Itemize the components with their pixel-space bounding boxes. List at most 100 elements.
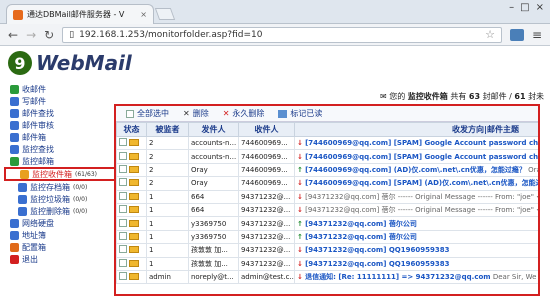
row-checkbox[interactable] [119, 245, 127, 254]
subject-cell[interactable]: ↓ [94371232@qq.com] 蓓尔 ------ Original M… [294, 189, 538, 204]
row-checkbox[interactable] [119, 164, 127, 173]
table-header-row: 状态 被监者 发件人 收件人 收发方向|邮件主题 [116, 122, 538, 137]
subject-cell[interactable]: ↓ [94371232@qq.com] QQ1960959383 [294, 256, 538, 271]
row-checkbox[interactable] [119, 138, 127, 147]
total-count: 63 [468, 92, 481, 101]
subject-text: [744600969@qq.com] (AD)仅.com\.net\.cn优惠，… [305, 165, 526, 174]
address-bar[interactable]: ▯ 192.168.1.253/monitorfolder.asp?fid=10… [62, 26, 502, 43]
table-row[interactable]: 2 Oray 744600969... ↑ [744600969@qq.com] (A… [116, 162, 538, 178]
monitored-cell: 2 [146, 176, 189, 191]
table-row[interactable]: 2 accounts-n... 744600969... ↓ [744600969@q… [116, 149, 538, 164]
new-tab-button[interactable] [154, 8, 176, 20]
row-checkbox[interactable] [119, 178, 127, 187]
sidebar-item-settings[interactable]: 配置箱 [4, 241, 116, 253]
bookmark-star-icon[interactable]: ☆ [485, 28, 495, 41]
table-row[interactable]: 2 accounts-n... 744600969... ↓ [744600969@q… [116, 135, 538, 151]
subject-cell[interactable]: ↓ [744600969@qq.com] [SPAM] Google Accou… [294, 135, 538, 151]
column-header-recipient[interactable]: 收件人 [238, 122, 295, 137]
sender-cell: accounts-n... [188, 149, 239, 164]
sidebar-item-monitor-deleted[interactable]: 监控删除箱 (0/0) [4, 205, 116, 217]
sidebar-item-monitor-inbox[interactable]: 监控收件箱 (61/63) [4, 167, 116, 181]
mark-read-button[interactable]: 标记已读 [278, 108, 322, 119]
subject-cell[interactable]: ↓ [744600969@qq.com] [SPAM] Google Accou… [294, 149, 538, 164]
table-row[interactable]: 1 孩敦敦 加... 94371232@... ↓ [94371232@qq.com]… [116, 256, 538, 271]
sidebar-item-addressbook[interactable]: 地址簿 [4, 229, 116, 241]
maximize-button[interactable]: □ [520, 2, 529, 13]
incoming-arrow-icon: ↓ [297, 259, 303, 268]
extension-icon[interactable] [509, 28, 524, 41]
sidebar-item-netdisk[interactable]: 网络硬盘 [4, 217, 116, 229]
status-cell [116, 243, 147, 258]
table-row[interactable]: 2 Oray 744600969... ↓ [744600969@qq.com] [S… [116, 176, 538, 191]
sidebar-item-monitor-mailbox[interactable]: 监控邮箱 [4, 155, 116, 167]
sidebar-item-review[interactable]: 邮件审核 [4, 119, 116, 131]
table-row[interactable]: admin noreply@t... admin@test.c... ↓ 退信通知: … [116, 269, 538, 285]
subject-cell[interactable]: ↓ [94371232@qq.com] 蓓尔 ------ Original M… [294, 202, 538, 218]
subject-cell[interactable]: ↓ [94371232@qq.com] QQ1960959383 [294, 243, 538, 258]
column-header-subject[interactable]: 收发方向|邮件主题 [294, 122, 538, 137]
row-checkbox[interactable] [119, 191, 127, 200]
minimize-button[interactable]: – [509, 2, 514, 13]
table-row[interactable]: 1 y3369750 94371232@... ↑ [94371232@qq.com]… [116, 229, 538, 245]
webmail-logo: 9 WebMail [8, 51, 132, 75]
row-checkbox[interactable] [119, 258, 127, 267]
action-bar: 全部选中 ✕ 删除 ✕ 永久删除 标记已读 [116, 106, 538, 122]
subject-cell[interactable]: ↑ [94371232@qq.com] 蓓尔公司 [294, 229, 538, 245]
sidebar-item-search[interactable]: 邮件查找 [4, 107, 116, 119]
row-checkbox[interactable] [119, 205, 127, 214]
row-checkbox[interactable] [119, 151, 127, 160]
browser-tab[interactable]: 通达DBMail邮件服务器 - V × [6, 4, 154, 24]
tab-close-icon[interactable]: × [140, 10, 147, 19]
inbox-folder-icon [20, 169, 29, 179]
sidebar-item-compose[interactable]: 写邮件 [4, 95, 116, 107]
row-checkbox[interactable] [119, 272, 127, 281]
reload-icon[interactable]: ↻ [44, 28, 54, 42]
status-cell [116, 202, 147, 218]
delete-button[interactable]: ✕ 删除 [183, 108, 209, 119]
column-header-status[interactable]: 状态 [116, 122, 147, 137]
subject-text: [94371232@qq.com] 蓓尔 [305, 192, 396, 201]
table-row[interactable]: 1 y3369750 94371232@... ↑ [94371232@qq.com]… [116, 216, 538, 231]
subject-cell[interactable]: ↓ 退信通知: [Re: 11111111] => 94371232@qq.co… [294, 269, 538, 285]
mailbox-icon [10, 132, 19, 142]
webmail-app: 9 WebMail 收邮件 写邮件 邮件查找 邮件审核 邮件箱 监控查找 监控邮… [0, 47, 550, 298]
sidebar-item-monitor-archive[interactable]: 监控存档箱 (0/0) [4, 181, 116, 193]
sender-cell: 孩敦敦 加... [188, 243, 239, 258]
mail-table: 状态 被监者 发件人 收件人 收发方向|邮件主题 2 accounts-n... 7… [116, 122, 538, 285]
browser-menu-icon[interactable]: ≡ [532, 28, 542, 42]
subject-cell[interactable]: ↓ [744600969@qq.com] [SPAM] (AD)仅.com\.n… [294, 176, 538, 191]
close-window-button[interactable]: × [536, 2, 544, 13]
sidebar-item-inbox[interactable]: 收邮件 [4, 83, 116, 95]
envelope-icon [129, 259, 139, 267]
back-arrow-icon[interactable]: ← [8, 28, 18, 42]
table-row[interactable]: 1 664 94371232@... ↓ [94371232@qq.com] 蓓尔 -… [116, 189, 538, 204]
envelope-icon [129, 232, 139, 240]
folder-name: 监控收件箱 [407, 92, 448, 101]
envelope-icon [129, 139, 139, 147]
subject-cell[interactable]: ↑ [94371232@qq.com] 蓓尔公司 [294, 216, 538, 231]
forward-arrow-icon[interactable]: → [26, 28, 36, 42]
sidebar-item-logout[interactable]: 退出 [4, 253, 116, 265]
permanent-delete-button[interactable]: ✕ 永久删除 [223, 108, 265, 119]
select-all-button[interactable]: 全部选中 [126, 108, 169, 119]
folder-icon [10, 156, 19, 166]
subject-cell[interactable]: ↑ [744600969@qq.com] (AD)仅.com\.net\.cn优… [294, 162, 538, 178]
incoming-arrow-icon: ↓ [297, 273, 303, 282]
table-row[interactable]: 1 孩敦敦 加... 94371232@... ↓ [94371232@qq.com]… [116, 243, 538, 258]
sidebar: 收邮件 写邮件 邮件查找 邮件审核 邮件箱 监控查找 监控邮箱 监控收件箱 (6… [4, 83, 116, 265]
row-checkbox[interactable] [119, 218, 127, 227]
mail-icon: ✉ [380, 92, 387, 101]
table-row[interactable]: 1 664 94371232@... ↓ [94371232@qq.com] 蓓尔 -… [116, 202, 538, 218]
sidebar-item-monitor-junk[interactable]: 监控垃圾箱 (0/0) [4, 193, 116, 205]
incoming-arrow-icon: ↓ [297, 179, 303, 188]
page-icon: ▯ [69, 29, 75, 40]
monitored-cell: admin [146, 269, 189, 285]
incoming-arrow-icon: ↓ [297, 152, 303, 161]
row-checkbox[interactable] [119, 231, 127, 240]
column-header-sender[interactable]: 发件人 [188, 122, 239, 137]
subject-text: [94371232@qq.com] 蓓尔公司 [305, 219, 417, 228]
sidebar-item-mailbox[interactable]: 邮件箱 [4, 131, 116, 143]
sidebar-item-monitor-search[interactable]: 监控查找 [4, 143, 116, 155]
sender-cell: Oray [188, 162, 239, 178]
column-header-monitored[interactable]: 被监者 [146, 122, 189, 137]
